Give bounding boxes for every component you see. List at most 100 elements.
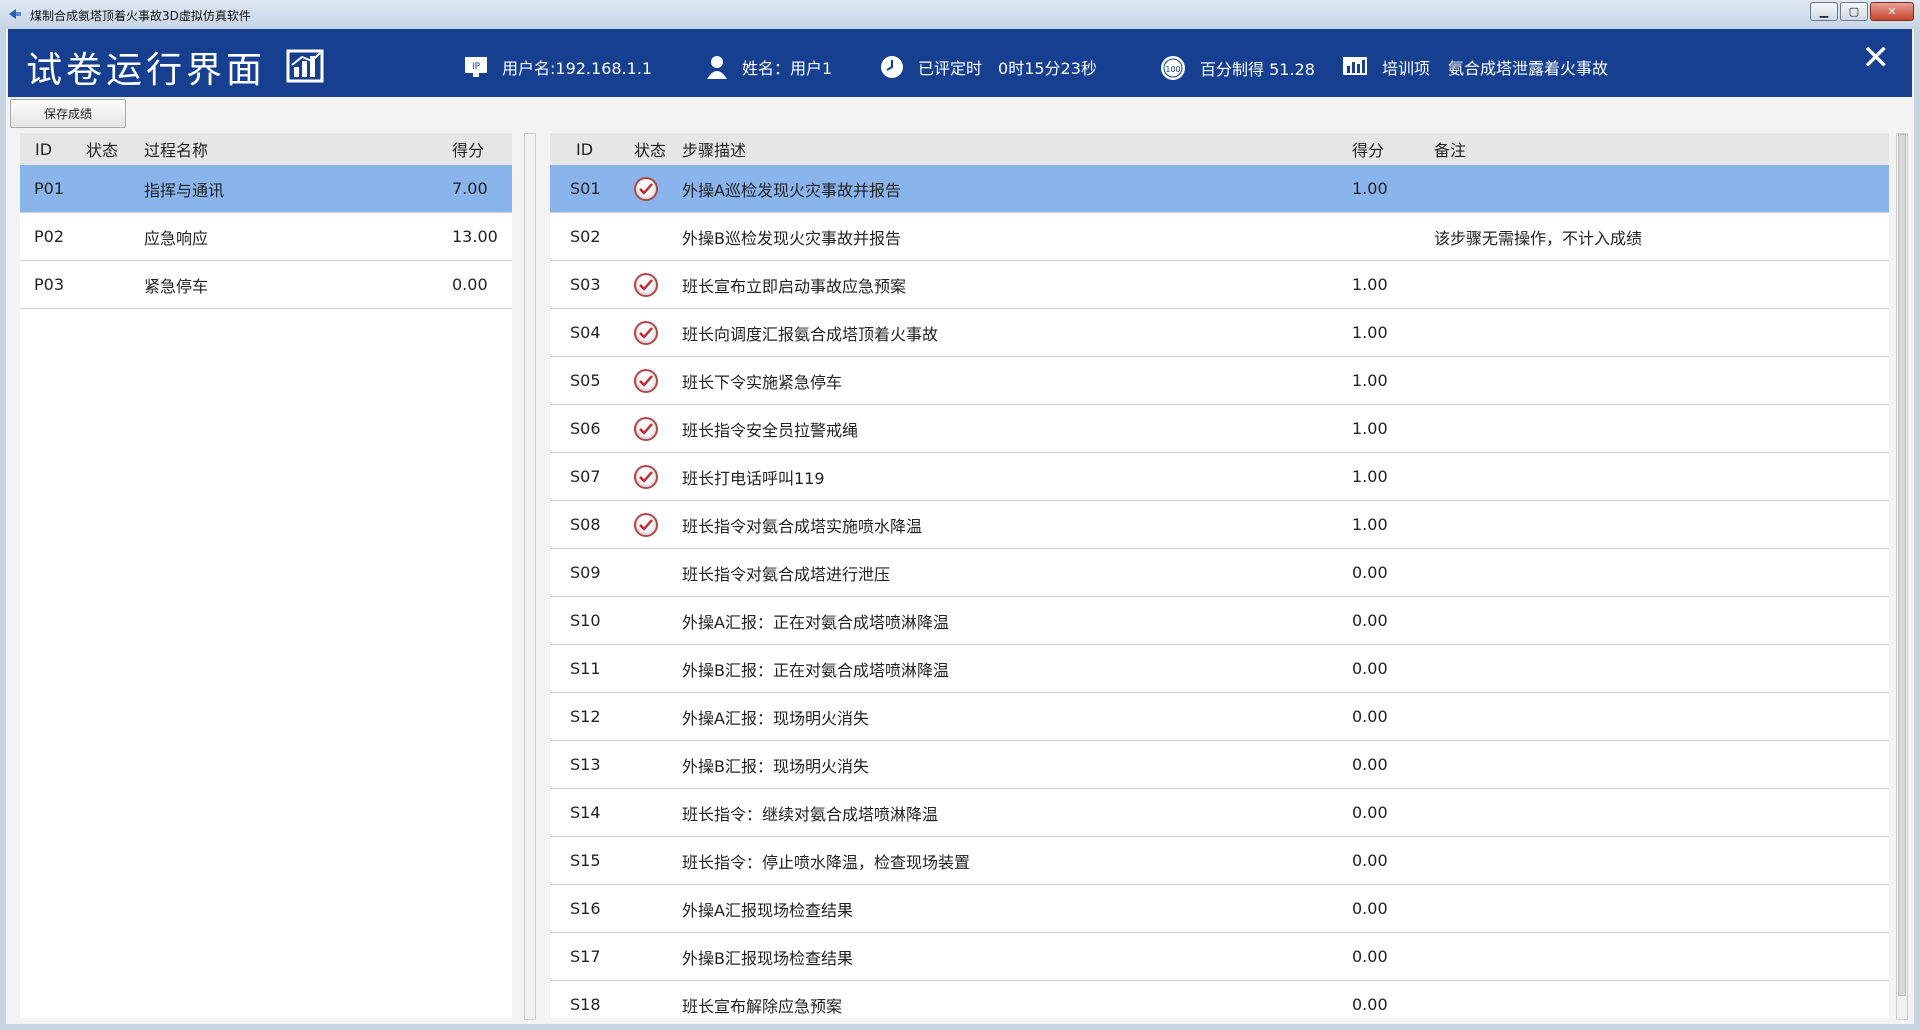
step-row[interactable]: S08 班长指令对氨合成塔实施喷水降温 1.00: [550, 501, 1889, 549]
bar-chart-icon: [1342, 56, 1368, 78]
step-score: 0.00: [1352, 947, 1388, 966]
process-name: 指挥与通讯: [144, 180, 225, 200]
step-row[interactable]: S16 外操A汇报现场检查结果 0.00: [550, 885, 1889, 933]
step-score: 0.00: [1352, 995, 1388, 1014]
process-scrollbar[interactable]: [524, 133, 536, 1020]
step-status: [634, 416, 682, 441]
svg-text:IP: IP: [472, 62, 481, 72]
step-row[interactable]: S15 班长指令：停止喷水降温，检查现场装置 0.00: [550, 837, 1889, 885]
minimize-button[interactable]: ▁: [1810, 2, 1838, 21]
process-name: 紧急停车: [144, 276, 209, 296]
col-step-desc: 步骤描述: [682, 141, 747, 160]
step-desc: 班长下令实施紧急停车: [682, 372, 843, 392]
step-score: 0.00: [1352, 851, 1388, 870]
app-icon: [9, 9, 21, 19]
training-label: 培训项: [1382, 59, 1431, 78]
name-text: 姓名：用户1: [742, 59, 833, 78]
process-row[interactable]: P01 指挥与通讯 7.00: [20, 165, 512, 213]
col-name: 过程名称: [144, 141, 209, 160]
step-row[interactable]: S05 班长下令实施紧急停车 1.00: [550, 357, 1889, 405]
step-desc: 班长指令对氨合成塔实施喷水降温: [682, 516, 923, 536]
step-row[interactable]: S07 班长打电话呼叫119 1.00: [550, 453, 1889, 501]
step-rows: S01 外操A巡检发现火灾事故并报告 1.00 S02 外操B巡检发现火灾事故并报告 该步…: [550, 165, 1889, 1018]
step-scrollbar[interactable]: [1896, 133, 1908, 1020]
step-row[interactable]: S06 班长指令安全员拉警戒绳 1.00: [550, 405, 1889, 453]
step-row[interactable]: S17 外操B汇报现场检查结果 0.00: [550, 933, 1889, 981]
step-id: S05: [570, 371, 601, 390]
save-score-button[interactable]: 保存成绩: [10, 99, 126, 128]
check-icon: [634, 368, 658, 393]
step-row[interactable]: S04 班长向调度汇报氨合成塔顶着火事故 1.00: [550, 309, 1889, 357]
svg-text:100: 100: [1165, 65, 1180, 74]
step-id: S02: [570, 227, 601, 246]
header-elapsed: 已评定时 0时15分23秒: [880, 55, 1097, 79]
process-row[interactable]: P03 紧急停车 0.00: [20, 261, 512, 309]
step-id: S07: [570, 467, 601, 486]
step-id: S17: [570, 947, 601, 966]
step-row[interactable]: S10 外操A汇报：正在对氨合成塔喷淋降温 0.00: [550, 597, 1889, 645]
step-id: S11: [570, 659, 601, 678]
username-text: 用户名:192.168.1.1: [502, 59, 653, 78]
col-score: 得分: [452, 141, 485, 160]
step-score: 0.00: [1352, 563, 1388, 582]
step-id: S18: [570, 995, 601, 1014]
check-icon: [634, 176, 658, 201]
step-desc: 班长指令：停止喷水降温，检查现场装置: [682, 852, 971, 872]
step-row[interactable]: S18 班长宣布解除应急预案 0.00: [550, 981, 1889, 1018]
header-name: 姓名：用户1: [706, 55, 832, 79]
step-score: 0.00: [1352, 659, 1388, 678]
step-id: S16: [570, 899, 601, 918]
step-id: S12: [570, 707, 601, 726]
step-id: S03: [570, 275, 601, 294]
step-id: S04: [570, 323, 601, 342]
col-step-id: ID: [576, 139, 594, 159]
maximize-button[interactable]: ▢: [1840, 2, 1868, 21]
step-scrollbar-thumb[interactable]: [1898, 134, 1906, 996]
step-row[interactable]: S03 班长宣布立即启动事故应急预案 1.00: [550, 261, 1889, 309]
step-table: ID 状态 步骤描述 得分 备注 S01 外操A巡检发现火灾事故并报告 1.00 S0…: [550, 133, 1889, 1018]
step-row[interactable]: S12 外操A汇报：现场明火消失 0.00: [550, 693, 1889, 741]
step-status: [634, 512, 682, 537]
step-table-header: ID 状态 步骤描述 得分 备注: [550, 133, 1889, 165]
step-id: S10: [570, 611, 601, 630]
check-icon: [634, 464, 658, 489]
header-score: 100 百分制得 51.28: [1160, 55, 1315, 81]
step-id: S08: [570, 515, 601, 534]
step-id: S14: [570, 803, 601, 822]
close-icon[interactable]: ✕: [1862, 41, 1891, 75]
process-table: ID 状态 过程名称 得分 P01 指挥与通讯 7.00 P02 应急响应 13.00 P0…: [20, 133, 512, 1018]
report-icon: [286, 49, 324, 83]
step-desc: 外操A汇报：现场明火消失: [682, 708, 869, 728]
process-id: P03: [34, 275, 65, 294]
step-row[interactable]: S13 外操B汇报：现场明火消失 0.00: [550, 741, 1889, 789]
check-icon: [634, 416, 658, 441]
step-note: 该步骤无需操作，不计入成绩: [1434, 228, 1643, 248]
elapsed-label: 已评定时: [918, 59, 983, 78]
check-icon: [634, 512, 658, 537]
clock-icon: [880, 55, 904, 79]
training-value: 氨合成塔泄露着火事故: [1448, 59, 1609, 78]
user-icon: [706, 55, 728, 79]
window-close-button[interactable]: ✕: [1870, 2, 1914, 21]
app-header: 试卷运行界面 IP 用户名:192.168.1.1 姓名：用户1 已评定时 0时…: [8, 29, 1912, 97]
step-status: [634, 272, 682, 297]
step-status: [634, 320, 682, 345]
col-status: 状态: [86, 141, 119, 160]
step-id: S01: [570, 179, 601, 198]
process-row[interactable]: P02 应急响应 13.00: [20, 213, 512, 261]
step-row[interactable]: S14 班长指令：继续对氨合成塔喷淋降温 0.00: [550, 789, 1889, 837]
step-score: 0.00: [1352, 611, 1388, 630]
step-row[interactable]: S09 班长指令对氨合成塔进行泄压 0.00: [550, 549, 1889, 597]
step-row[interactable]: S01 外操A巡检发现火灾事故并报告 1.00: [550, 165, 1889, 213]
process-score: 13.00: [452, 227, 498, 246]
step-desc: 班长打电话呼叫119: [682, 468, 825, 488]
step-score: 1.00: [1352, 419, 1388, 438]
score-text: 百分制得 51.28: [1200, 60, 1315, 79]
process-score: 7.00: [452, 179, 488, 198]
step-score: 0.00: [1352, 755, 1388, 774]
col-id: ID: [35, 139, 53, 159]
step-row[interactable]: S11 外操B汇报：正在对氨合成塔喷淋降温 0.00: [550, 645, 1889, 693]
step-desc: 班长宣布解除应急预案: [682, 996, 843, 1016]
step-score: 1.00: [1352, 371, 1388, 390]
step-row[interactable]: S02 外操B巡检发现火灾事故并报告 该步骤无需操作，不计入成绩: [550, 213, 1889, 261]
